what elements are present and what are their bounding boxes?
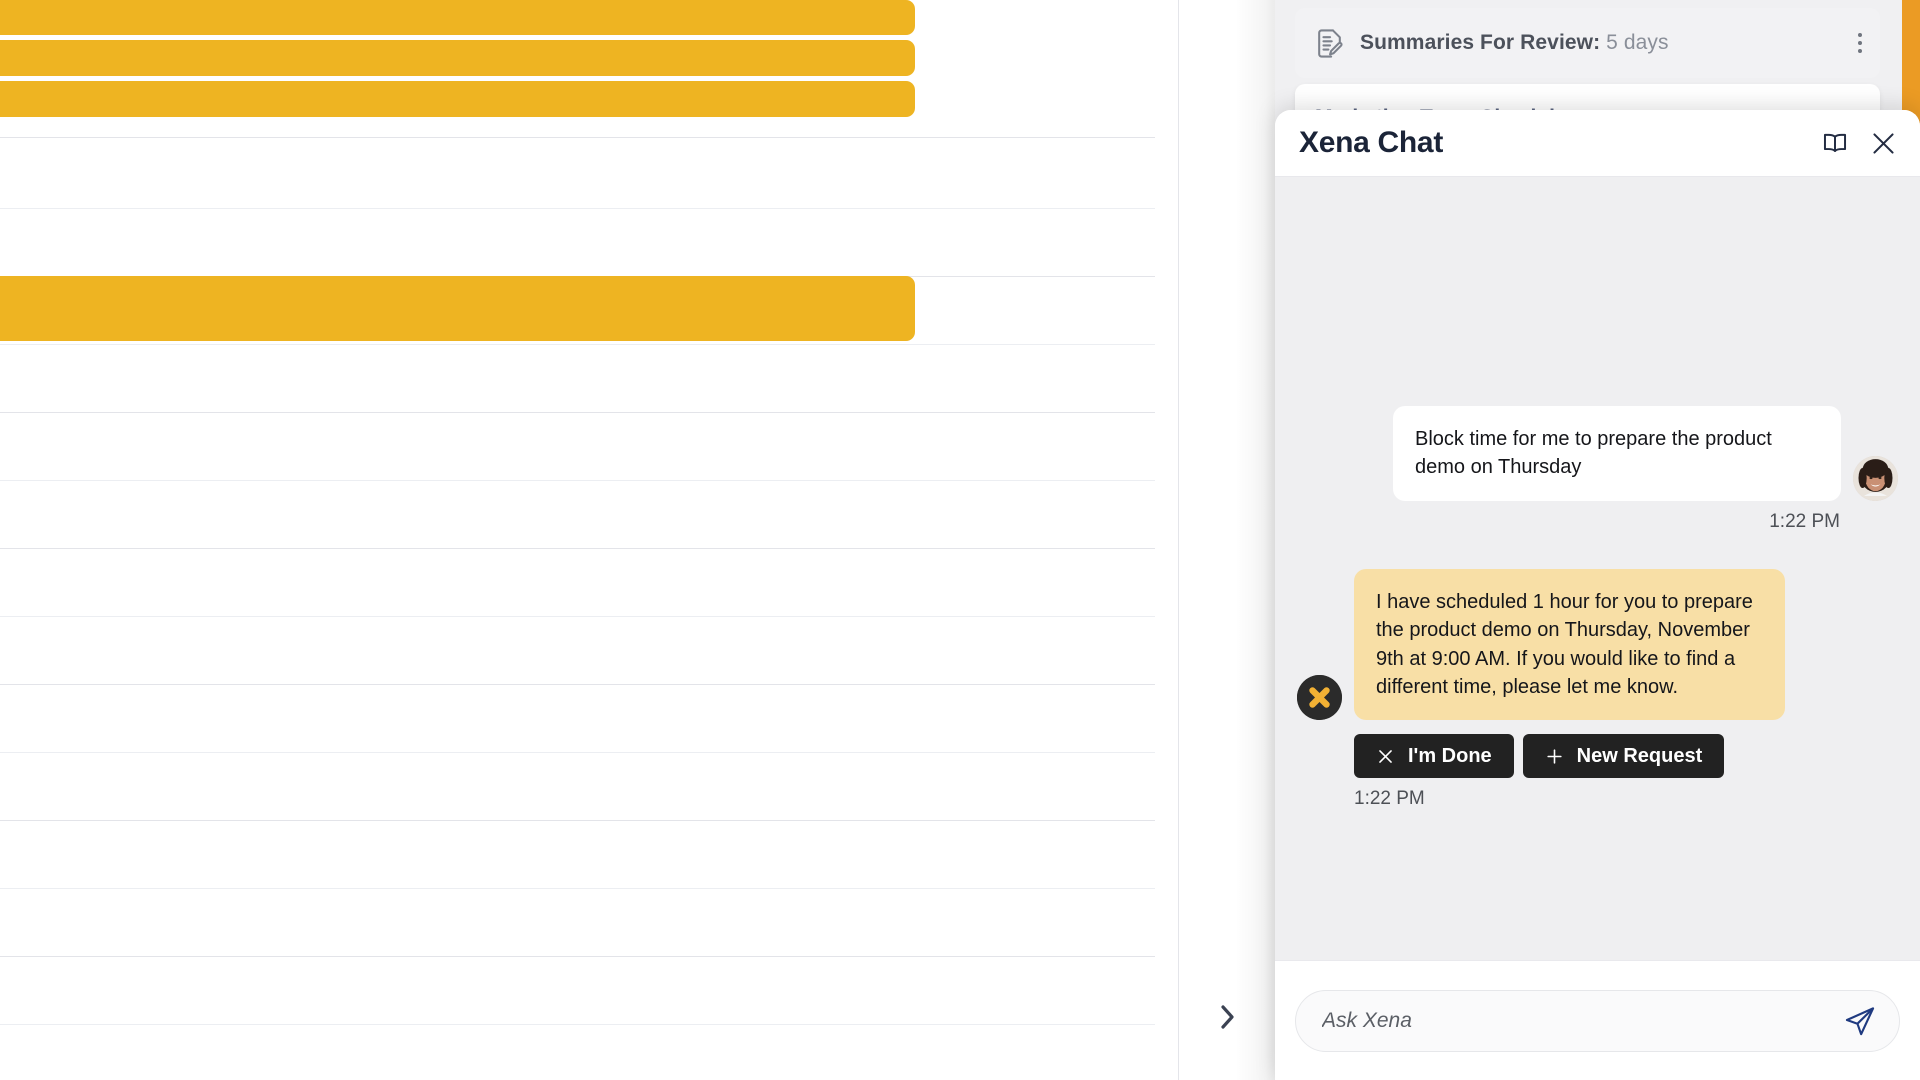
user-avatar (1853, 456, 1898, 501)
chat-message-list[interactable]: Block time for me to prepare the product… (1275, 177, 1920, 960)
new-request-label: New Request (1577, 745, 1703, 768)
calendar-hour-line (0, 684, 1155, 685)
task-card-label: Summaries For Review: (1360, 31, 1600, 54)
calendar-hour-line (0, 344, 1155, 345)
chat-header-actions (1821, 129, 1898, 158)
xena-chat-panel: Xena Chat (1275, 110, 1920, 1080)
calendar-hour-line (0, 480, 1155, 481)
message-action-row: I'm Done New Request (1297, 734, 1898, 778)
document-edit-icon (1313, 27, 1346, 60)
chat-message-assistant: I have scheduled 1 hour for you to prepa… (1297, 569, 1898, 721)
chevron-right-icon (1219, 1003, 1236, 1031)
calendar-hour-line (0, 208, 1155, 209)
chat-header: Xena Chat (1275, 110, 1920, 177)
im-done-button[interactable]: I'm Done (1354, 734, 1514, 778)
task-card-title: Summaries For Review: 5 days (1360, 31, 1669, 55)
calendar-hour-line (0, 616, 1155, 617)
xena-avatar (1297, 675, 1342, 720)
message-timestamp-user: 1:22 PM (1297, 511, 1898, 533)
book-icon[interactable] (1821, 129, 1849, 157)
im-done-label: I'm Done (1408, 745, 1492, 768)
calendar-event-block[interactable] (0, 81, 915, 117)
message-timestamp-assistant: 1:22 PM (1297, 788, 1898, 810)
calendar-pane (0, 0, 1155, 1080)
task-card-summaries[interactable]: Summaries For Review: 5 days (1295, 8, 1880, 78)
close-icon[interactable] (1869, 129, 1898, 158)
avatar-photo-illustration (1853, 456, 1898, 501)
calendar-hour-line (0, 956, 1155, 957)
calendar-event-block[interactable] (0, 276, 915, 341)
calendar-hour-line (0, 548, 1155, 549)
message-bubble-user: Block time for me to prepare the product… (1393, 406, 1841, 501)
calendar-hour-line (0, 888, 1155, 889)
calendar-hour-line (0, 412, 1155, 413)
new-request-button[interactable]: New Request (1523, 734, 1725, 778)
calendar-hour-line (0, 752, 1155, 753)
calendar-hour-line (0, 137, 1155, 138)
send-button[interactable] (1843, 1004, 1877, 1038)
expand-panel-button[interactable] (1210, 1000, 1244, 1034)
calendar-scrollbar-track[interactable] (1157, 0, 1171, 1080)
plus-icon (1545, 747, 1564, 766)
close-x-icon (1376, 747, 1395, 766)
calendar-event-block[interactable] (0, 40, 915, 76)
calendar-grid[interactable] (0, 0, 1155, 1080)
app-root: Summaries For Review: 5 days Marketing T… (0, 0, 1920, 1080)
calendar-hour-line (0, 820, 1155, 821)
chat-message-user: Block time for me to prepare the product… (1297, 406, 1898, 501)
xena-logo-icon (1297, 675, 1342, 720)
kebab-menu-icon[interactable] (1858, 33, 1862, 53)
calendar-hour-line (0, 1024, 1155, 1025)
chat-composer (1275, 960, 1920, 1080)
chat-input[interactable] (1320, 1008, 1831, 1034)
message-bubble-assistant: I have scheduled 1 hour for you to prepa… (1354, 569, 1785, 721)
calendar-event-block[interactable] (0, 0, 915, 35)
task-card-duration: 5 days (1606, 31, 1668, 54)
send-paper-plane-icon (1843, 1004, 1877, 1038)
chat-input-wrapper[interactable] (1295, 990, 1900, 1052)
chat-title: Xena Chat (1299, 126, 1443, 160)
collapsed-sidebar-rail (1179, 0, 1275, 1080)
